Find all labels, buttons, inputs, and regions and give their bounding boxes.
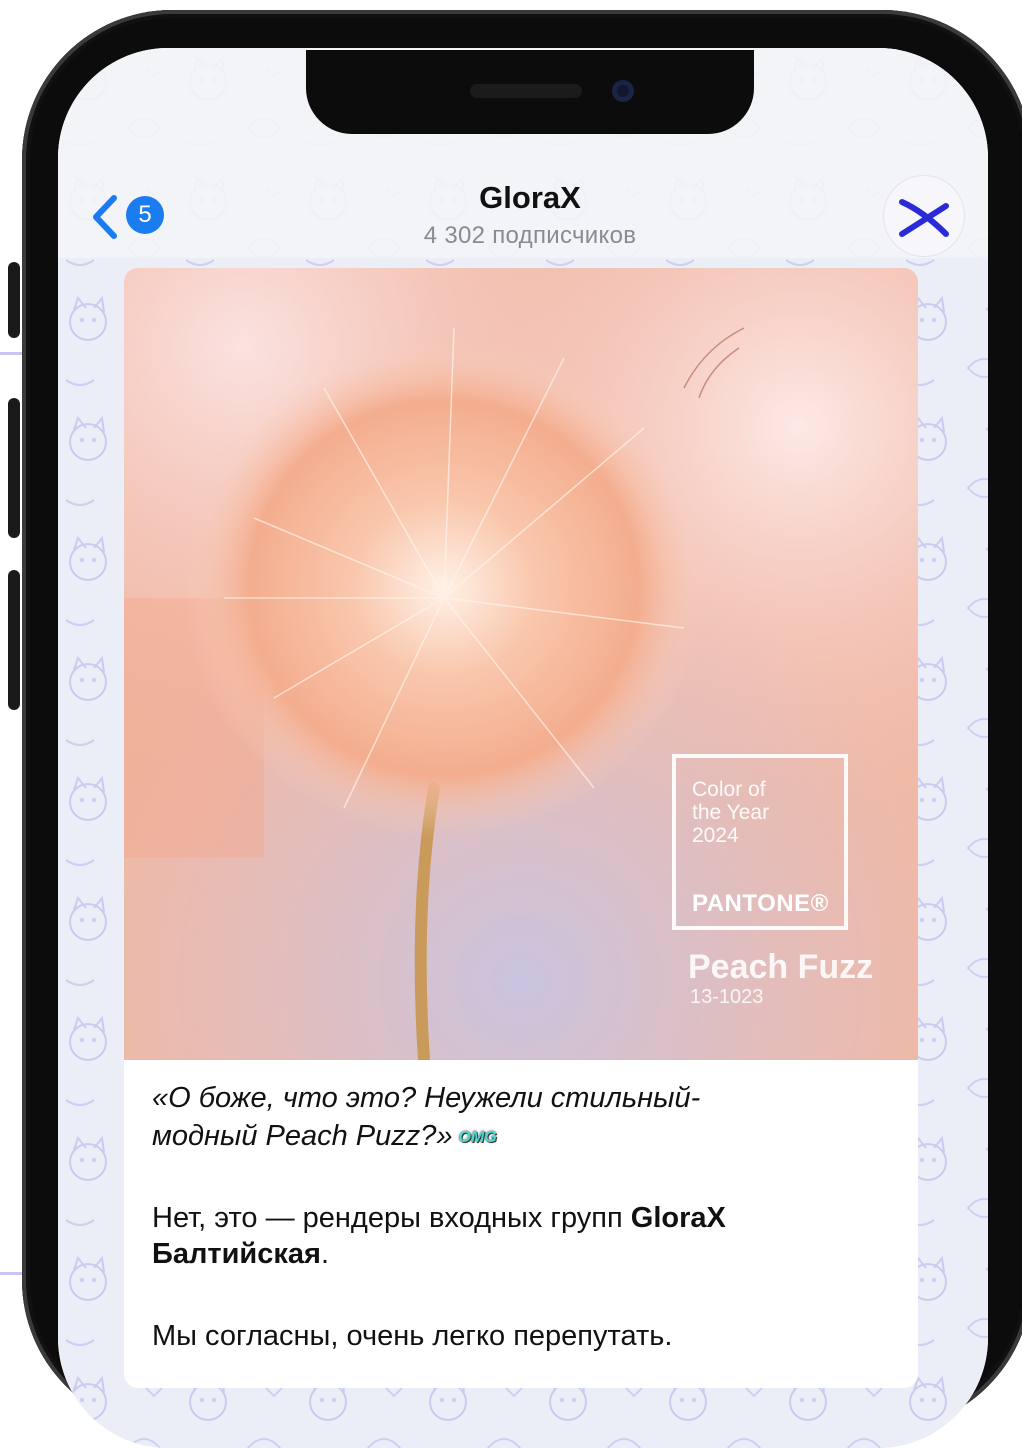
paragraph-2-suffix: .: [320, 1238, 330, 1270]
post-image[interactable]: [124, 268, 918, 1060]
paragraph-2-prefix: Нет, это — рендеры входных групп: [152, 1202, 631, 1234]
mute-switch: [8, 262, 20, 338]
quote-line-2: модный Peach Puzz?» OMG: [152, 1118, 892, 1154]
speaker-grille: [470, 84, 582, 98]
pantone-line-3: 2024: [692, 824, 739, 847]
color-name: Peach Fuzz: [688, 948, 874, 986]
color-code: 13-1023: [690, 986, 764, 1008]
pantone-line-1: Color of: [692, 778, 766, 801]
chevron-left-icon: [93, 195, 117, 239]
subscriber-count: 4 302 подписчиков: [423, 222, 637, 249]
post-card[interactable]: Color of the Year 2024 PANTONE® Peach Fu…: [124, 268, 918, 1388]
volume-up-button: [8, 398, 20, 538]
volume-down-button: [8, 570, 20, 710]
pantone-brand: PANTONE®: [692, 890, 829, 917]
quote-line-1: «О боже, что это? Неужели стильный-: [152, 1082, 701, 1114]
pantone-label: Color of the Year 2024 PANTONE®: [672, 754, 848, 930]
omg-sticker: OMG: [458, 1128, 497, 1146]
paragraph-3: Мы согласны, очень легко перепутать.: [152, 1320, 673, 1352]
channel-title[interactable]: GloraX: [380, 180, 680, 216]
quote-line-2-text: модный Peach Puzz?»: [152, 1120, 453, 1152]
back-button[interactable]: [86, 192, 126, 242]
glorax-logo-icon: [899, 199, 949, 237]
unread-badge[interactable]: 5: [126, 196, 164, 234]
pantone-line-2: the Year: [692, 801, 770, 824]
front-camera: [612, 80, 634, 102]
paragraph-2: Нет, это — рендеры входных групп GloraX …: [152, 1200, 892, 1272]
channel-avatar[interactable]: [884, 176, 964, 256]
